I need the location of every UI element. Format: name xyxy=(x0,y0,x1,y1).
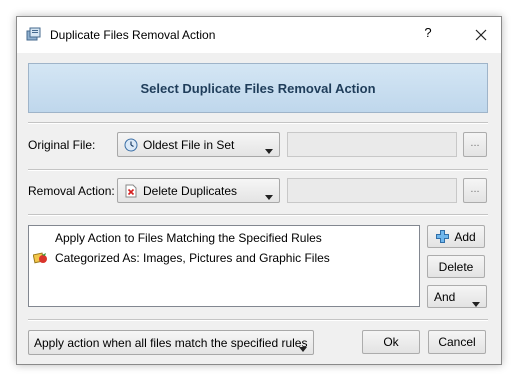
add-rule-button[interactable]: Add xyxy=(427,225,485,248)
logic-operator-dropdown[interactable]: And xyxy=(427,285,487,308)
match-mode-value: Apply action when all files match the sp… xyxy=(34,336,308,350)
help-button[interactable]: ? xyxy=(415,25,441,45)
match-mode-dropdown[interactable]: Apply action when all files match the sp… xyxy=(28,330,314,355)
removal-action-dropdown[interactable]: Delete Duplicates xyxy=(117,178,280,203)
chevron-down-icon xyxy=(299,341,307,352)
removal-action-browse-button[interactable]: ... xyxy=(463,178,487,203)
rules-root-item[interactable]: Apply Action to Files Matching the Speci… xyxy=(55,231,322,245)
close-button[interactable] xyxy=(469,25,493,45)
logic-operator-value: And xyxy=(434,289,456,304)
original-file-param-field[interactable] xyxy=(287,132,457,157)
removal-action-param-field[interactable] xyxy=(287,178,457,203)
close-icon xyxy=(475,29,487,41)
separator xyxy=(28,214,488,216)
original-file-dropdown[interactable]: Oldest File in Set xyxy=(117,132,280,157)
add-button-label: Add xyxy=(454,229,476,244)
delete-icon xyxy=(124,184,138,198)
delete-rule-button[interactable]: Delete xyxy=(427,255,485,278)
rule-item[interactable]: Categorized As: Images, Pictures and Gra… xyxy=(32,251,330,265)
window-title: Duplicate Files Removal Action xyxy=(50,28,216,42)
header-banner: Select Duplicate Files Removal Action xyxy=(28,63,488,113)
clock-icon xyxy=(124,138,138,152)
banner-title: Select Duplicate Files Removal Action xyxy=(140,80,376,96)
rules-tree[interactable]: Apply Action to Files Matching the Speci… xyxy=(28,225,420,307)
chevron-down-icon xyxy=(472,296,480,307)
original-file-browse-button[interactable]: ... xyxy=(463,132,487,157)
chevron-down-icon xyxy=(265,189,273,200)
separator xyxy=(28,169,488,171)
title-bar: Duplicate Files Removal Action ? xyxy=(17,17,501,53)
plus-icon xyxy=(436,230,450,243)
original-file-label: Original File: xyxy=(28,138,96,152)
duplicate-files-removal-dialog: Duplicate Files Removal Action ? Select … xyxy=(16,16,502,365)
app-icon xyxy=(26,27,42,41)
cancel-button[interactable]: Cancel xyxy=(428,330,486,354)
rule-item-label: Categorized As: Images, Pictures and Gra… xyxy=(55,251,330,265)
chevron-down-icon xyxy=(265,143,273,154)
separator xyxy=(28,122,488,124)
separator xyxy=(28,319,488,321)
image-files-icon xyxy=(32,252,49,264)
removal-action-label: Removal Action: xyxy=(28,184,115,198)
ok-button[interactable]: Ok xyxy=(362,330,420,354)
original-file-value: Oldest File in Set xyxy=(143,138,235,152)
removal-action-value: Delete Duplicates xyxy=(143,184,238,198)
